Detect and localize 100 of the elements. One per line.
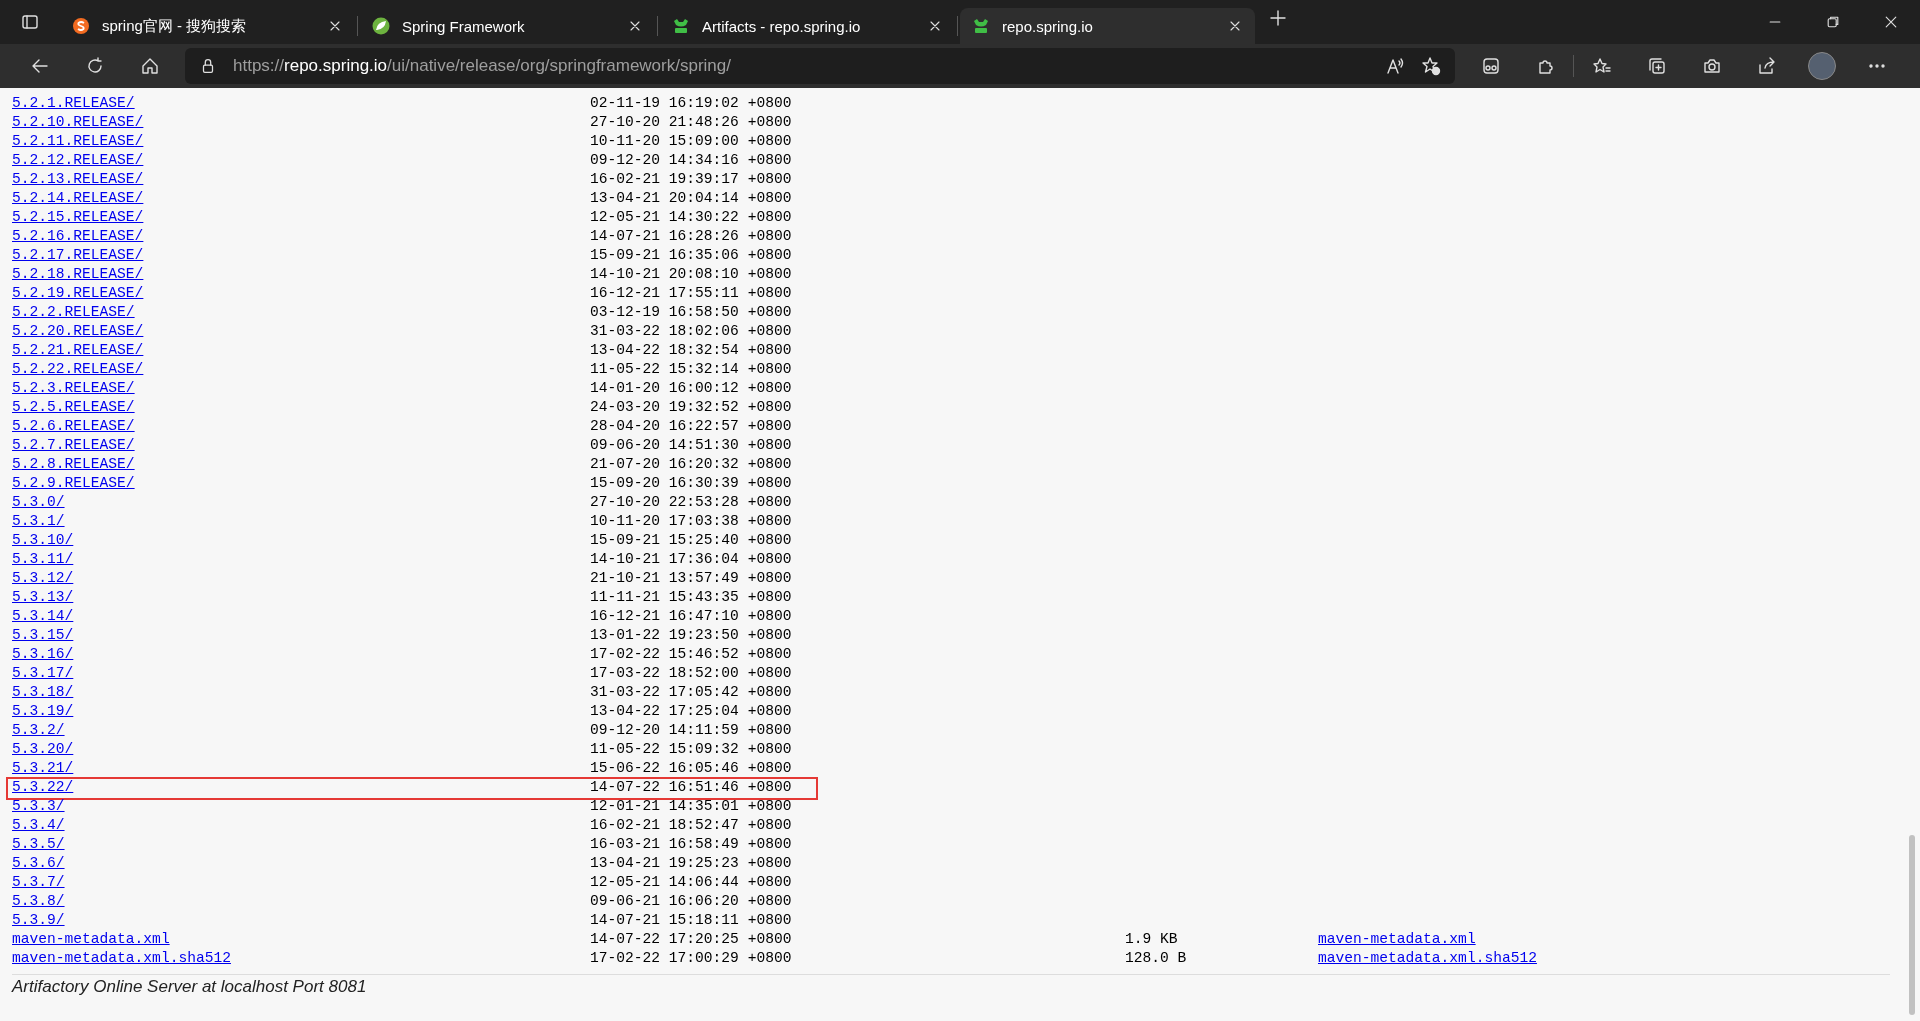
file-link[interactable]: 5.3.22/ <box>12 779 74 795</box>
modified-date: 24-03-20 19:32:52 +0800 <box>590 398 793 417</box>
modified-date: 11-05-22 15:09:32 +0800 <box>590 740 793 759</box>
modified-date: 10-11-20 17:03:38 +0800 <box>590 512 793 531</box>
file-link[interactable]: 5.3.10/ <box>12 532 74 548</box>
glasses-icon[interactable] <box>1480 56 1501 76</box>
modified-date: 17-02-22 15:46:52 +0800 <box>590 645 793 664</box>
share-icon[interactable] <box>1756 56 1777 76</box>
modified-date: 10-11-20 15:09:00 +0800 <box>590 132 793 151</box>
file-link[interactable]: 5.3.8/ <box>12 893 65 909</box>
file-link[interactable]: 5.3.9/ <box>12 912 65 928</box>
modified-date: 14-07-22 17:20:25 +0800 <box>590 930 793 949</box>
file-link[interactable]: 5.3.4/ <box>12 817 65 833</box>
file-link[interactable]: 5.3.17/ <box>12 665 74 681</box>
file-link[interactable]: maven-metadata.xml <box>1318 931 1476 947</box>
file-link[interactable]: 5.3.20/ <box>12 741 74 757</box>
file-size: 1.9 KB <box>1125 931 1178 947</box>
file-link[interactable]: 5.3.5/ <box>12 836 65 852</box>
modified-date: 09-06-21 16:06:20 +0800 <box>590 892 793 911</box>
browser-tab[interactable]: Artifacts - repo.spring.io <box>660 8 955 44</box>
file-link[interactable]: 5.3.15/ <box>12 627 74 643</box>
collections-icon[interactable] <box>1646 56 1667 76</box>
file-link[interactable]: 5.2.8.RELEASE/ <box>12 456 135 472</box>
modified-date: 15-09-21 16:35:06 +0800 <box>590 246 793 265</box>
file-link[interactable]: 5.3.21/ <box>12 760 74 776</box>
modified-date: 09-12-20 14:11:59 +0800 <box>590 721 793 740</box>
file-link[interactable]: 5.3.2/ <box>12 722 65 738</box>
modified-date: 17-03-22 18:52:00 +0800 <box>590 664 793 683</box>
file-link[interactable]: 5.2.9.RELEASE/ <box>12 475 135 491</box>
restore-icon[interactable] <box>1825 14 1841 30</box>
modified-date: 28-04-20 16:22:57 +0800 <box>590 417 793 436</box>
screenshot-icon[interactable] <box>1701 56 1722 76</box>
file-link[interactable]: 5.2.5.RELEASE/ <box>12 399 135 415</box>
file-link[interactable]: 5.2.10.RELEASE/ <box>12 114 144 130</box>
modified-date: 03-12-19 16:58:50 +0800 <box>590 303 793 322</box>
modified-date: 12-01-21 14:35:01 +0800 <box>590 797 793 816</box>
file-link[interactable]: 5.3.6/ <box>12 855 65 871</box>
file-link[interactable]: 5.3.11/ <box>12 551 74 567</box>
leaf-logo-icon <box>372 17 390 35</box>
modified-date: 16-02-21 19:39:17 +0800 <box>590 170 793 189</box>
modified-date: 27-10-20 22:53:28 +0800 <box>590 493 793 512</box>
file-link[interactable]: 5.3.13/ <box>12 589 74 605</box>
file-link[interactable]: 5.2.6.RELEASE/ <box>12 418 135 434</box>
file-link[interactable]: maven-metadata.xml <box>12 931 170 947</box>
file-link[interactable]: 5.2.19.RELEASE/ <box>12 285 144 301</box>
read-aloud-icon[interactable] <box>1385 56 1405 76</box>
file-link[interactable]: 5.2.11.RELEASE/ <box>12 133 144 149</box>
scrollbar-thumb[interactable] <box>1909 835 1915 1015</box>
file-link[interactable]: 5.2.16.RELEASE/ <box>12 228 144 244</box>
file-link[interactable]: 5.3.7/ <box>12 874 65 890</box>
frog-logo-icon <box>672 17 690 35</box>
file-link[interactable]: maven-metadata.xml.sha512 <box>1318 950 1537 966</box>
modified-date: 14-01-20 16:00:12 +0800 <box>590 379 793 398</box>
modified-date: 13-01-22 19:23:50 +0800 <box>590 626 793 645</box>
modified-date: 16-02-21 18:52:47 +0800 <box>590 816 793 835</box>
file-link[interactable]: 5.2.13.RELEASE/ <box>12 171 144 187</box>
server-footer: Artifactory Online Server at localhost Port 8081 <box>0 975 1920 997</box>
modified-date: 13-04-21 20:04:14 +0800 <box>590 189 793 208</box>
modified-date: 14-07-21 15:18:11 +0800 <box>590 911 793 930</box>
favorites-list-icon[interactable] <box>1591 56 1612 76</box>
file-link[interactable]: maven-metadata.xml.sha512 <box>12 950 231 966</box>
browser-tab[interactable]: spring官网 - 搜狗搜索 <box>60 8 355 44</box>
browser-tab[interactable]: Spring Framework <box>360 8 655 44</box>
file-link[interactable]: 5.3.16/ <box>12 646 74 662</box>
browser-tab[interactable]: repo.spring.io <box>960 8 1255 44</box>
close-icon[interactable] <box>1883 14 1899 30</box>
address-bar[interactable]: https://repo.spring.io/ui/native/release/org/springframework/spring/ <box>185 48 1455 84</box>
modified-date: 15-06-22 16:05:46 +0800 <box>590 759 793 778</box>
file-link[interactable]: 5.2.22.RELEASE/ <box>12 361 144 377</box>
modified-date: 11-05-22 15:32:14 +0800 <box>590 360 793 379</box>
file-link[interactable]: 5.3.14/ <box>12 608 74 624</box>
file-link[interactable]: 5.2.12.RELEASE/ <box>12 152 144 168</box>
modified-date: 27-10-20 21:48:26 +0800 <box>590 113 793 132</box>
file-size: 128.0 B <box>1125 950 1187 966</box>
file-link[interactable]: 5.3.12/ <box>12 570 74 586</box>
file-link[interactable]: 5.3.0/ <box>12 494 65 510</box>
modified-date: 09-12-20 14:34:16 +0800 <box>590 151 793 170</box>
file-link[interactable]: 5.3.19/ <box>12 703 74 719</box>
file-link[interactable]: 5.2.20.RELEASE/ <box>12 323 144 339</box>
file-link[interactable]: 5.2.2.RELEASE/ <box>12 304 135 320</box>
file-link[interactable]: 5.2.3.RELEASE/ <box>12 380 135 396</box>
file-link[interactable]: 5.2.7.RELEASE/ <box>12 437 135 453</box>
file-link[interactable]: 5.2.18.RELEASE/ <box>12 266 144 282</box>
file-link[interactable]: 5.2.17.RELEASE/ <box>12 247 144 263</box>
profile-avatar[interactable] <box>1807 52 1836 80</box>
modified-date: 16-03-21 16:58:49 +0800 <box>590 835 793 854</box>
plus-icon[interactable] <box>1268 8 1288 28</box>
file-link[interactable]: 5.2.15.RELEASE/ <box>12 209 144 225</box>
file-link[interactable]: 5.2.21.RELEASE/ <box>12 342 144 358</box>
modified-date: 14-07-21 16:28:26 +0800 <box>590 227 793 246</box>
modified-date: 11-11-21 15:43:35 +0800 <box>590 588 793 607</box>
tab-actions-icon[interactable] <box>20 12 40 32</box>
star-plus-icon[interactable] <box>1421 56 1441 76</box>
file-link[interactable]: 5.2.1.RELEASE/ <box>12 95 135 111</box>
home-icon[interactable] <box>139 56 160 76</box>
file-link[interactable]: 5.2.14.RELEASE/ <box>12 190 144 206</box>
file-link[interactable]: 5.3.1/ <box>12 513 65 529</box>
modified-date: 16-12-21 16:47:10 +0800 <box>590 607 793 626</box>
file-link[interactable]: 5.3.18/ <box>12 684 74 700</box>
file-link[interactable]: 5.3.3/ <box>12 798 65 814</box>
